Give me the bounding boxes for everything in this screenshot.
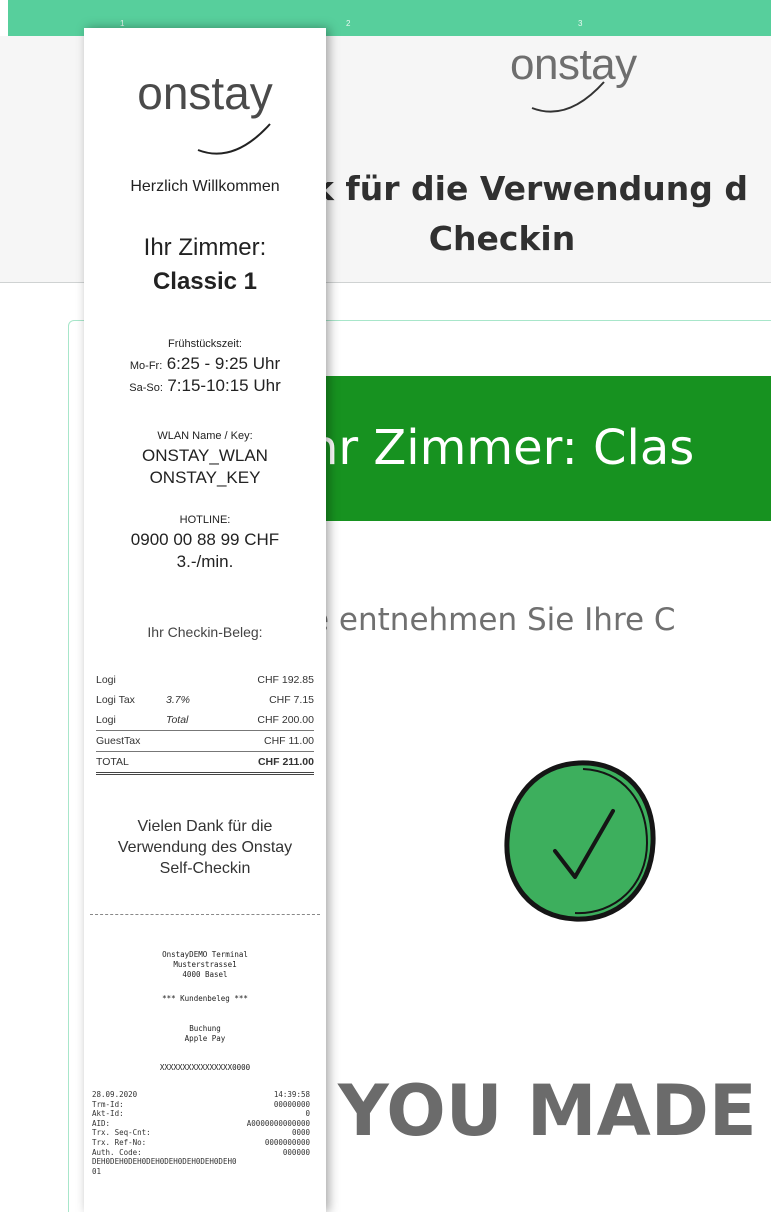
thank-you-line-1: k für die Verwendung d bbox=[312, 169, 748, 208]
tx-row: Trx. Seq-Cnt: 0000 bbox=[92, 1128, 310, 1138]
wlan-label: WLAN Name / Key: bbox=[157, 430, 253, 442]
thank-you-heading: k für die Verwendung d Checkin bbox=[312, 164, 771, 264]
payment-info: Buchung Apple Pay bbox=[184, 1024, 226, 1043]
hotline-label: HOTLINE: bbox=[179, 514, 231, 526]
receipt-brand-logo: onstay bbox=[84, 66, 326, 120]
tx-hash: DEH0DEH0DEH0DEH0DEH0DEH0DEH0DEH0 bbox=[92, 1157, 237, 1167]
breakfast-weekday: Mo-Fr: 6:25 - 9:25 Uhr bbox=[84, 354, 326, 374]
receipt-room: Classic 1 bbox=[152, 268, 258, 295]
breakfast-label: Frühstückszeit: bbox=[168, 338, 242, 350]
weekday-time: 6:25 - 9:25 Uhr bbox=[166, 354, 281, 373]
room-banner-text: hr Zimmer: Clas bbox=[308, 420, 695, 476]
step-1: 1 bbox=[120, 19, 125, 28]
step-2: 2 bbox=[346, 19, 351, 28]
charge-row: Logi Tax 3.7% CHF 7.15 bbox=[96, 694, 314, 706]
receipt-divider bbox=[90, 914, 320, 915]
tx-hash-tail: 01 bbox=[92, 1166, 102, 1176]
weekend-time: 7:15-10:15 Uhr bbox=[167, 376, 281, 395]
tx-row: Auth. Code: 000000 bbox=[92, 1147, 310, 1157]
total-row: TOTAL CHF 211.00 bbox=[96, 752, 314, 775]
card-number: XXXXXXXXXXXXXXXX0000 bbox=[159, 1063, 251, 1072]
swoosh-logo-icon bbox=[531, 81, 605, 113]
tx-row: Akt-Id: 0 bbox=[92, 1109, 310, 1119]
charge-row: Logi Total CHF 200.00 bbox=[96, 710, 314, 731]
tx-row: 28.09.2020 14:39:58 bbox=[92, 1090, 310, 1099]
weekend-prefix: Sa-So: bbox=[129, 382, 163, 394]
wlan-key: ONSTAY_KEY bbox=[149, 468, 261, 487]
charge-row: Logi CHF 192.85 bbox=[96, 674, 314, 686]
transaction-details: 28.09.2020 14:39:58 Trm-Id: 00000000 Akt-I… bbox=[92, 1090, 310, 1176]
receipt-welcome: Herzlich Willkommen bbox=[130, 178, 280, 195]
receipt-brand-name: onstay bbox=[137, 67, 273, 119]
check-circle-icon bbox=[504, 760, 656, 922]
receipt-room-label: Ihr Zimmer: bbox=[143, 234, 267, 261]
brand-logo: onstay bbox=[510, 40, 637, 113]
tx-row: Trm-Id: 00000000 bbox=[92, 1099, 310, 1109]
weekday-prefix: Mo-Fr: bbox=[129, 360, 163, 372]
printed-receipt: onstay Herzlich Willkommen Ihr Zimmer: C… bbox=[84, 28, 326, 1212]
wlan-name: ONSTAY_WLAN bbox=[142, 446, 268, 465]
tx-row: AID: A0000000000000 bbox=[92, 1118, 310, 1128]
checkin-receipt-title: Ihr Checkin-Beleg: bbox=[147, 624, 263, 640]
receipt-thanks: Vielen Dank für die Verwendung des Onsta… bbox=[117, 818, 293, 877]
breakfast-weekend: Sa-So: 7:15-10:15 Uhr bbox=[84, 376, 326, 396]
charges-table: Logi CHF 192.85 Logi Tax 3.7% CHF 7.15 L… bbox=[96, 670, 314, 775]
checkin-screen: 1 2 3 onstay k für die Verwendung d Chec… bbox=[0, 0, 771, 1212]
thank-you-line-2: Checkin bbox=[428, 219, 576, 258]
you-made-it-heading: YOU MADE bbox=[338, 1070, 757, 1152]
step-3: 3 bbox=[578, 19, 583, 28]
customer-copy-label: *** Kundenbeleg *** bbox=[162, 994, 248, 1003]
instruction-text: e entnehmen Sie Ihre C bbox=[310, 602, 676, 638]
tx-row: Trx. Ref-No: 0000000000 bbox=[92, 1137, 310, 1147]
hotline-number: 0900 00 88 99 CHF bbox=[130, 530, 280, 549]
charge-row: GuestTax CHF 11.00 bbox=[96, 731, 314, 752]
terminal-address: OnstayDEMO Terminal Musterstrasse1 4000 … bbox=[162, 950, 248, 979]
hotline-rate: 3.-/min. bbox=[176, 552, 234, 571]
swoosh-logo-icon bbox=[197, 123, 271, 155]
